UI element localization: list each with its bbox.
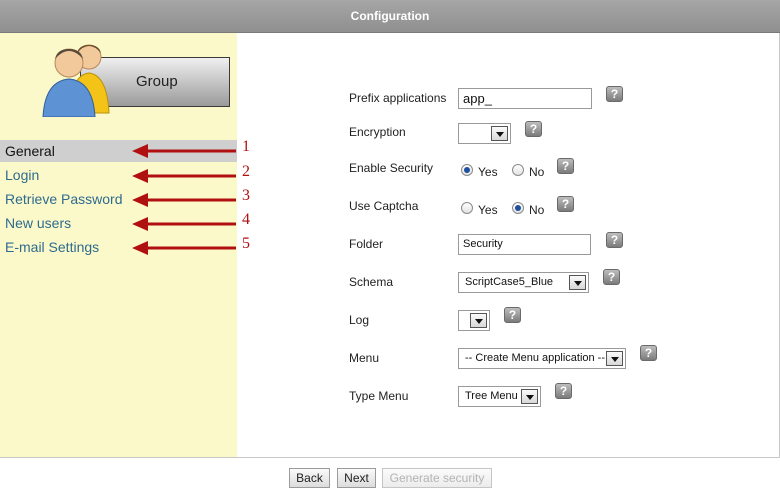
use-captcha-no-radio[interactable] [512, 202, 524, 214]
chevron-down-icon[interactable] [606, 351, 623, 366]
folder-input[interactable]: Security [458, 234, 591, 255]
window-title: Configuration [350, 9, 430, 23]
folder-label: Folder [349, 237, 384, 251]
help-icon[interactable]: ? [525, 121, 542, 137]
callout-number: 5 [242, 235, 250, 252]
encryption-select[interactable] [458, 123, 511, 144]
arrow-left-icon [132, 217, 236, 231]
log-select[interactable] [458, 310, 490, 331]
generate-security-button[interactable]: Generate security [382, 468, 492, 488]
type-menu-value: Tree Menu [465, 390, 518, 402]
sidebar-item-label: E-mail Settings [5, 239, 100, 255]
use-captcha-yes-radio[interactable] [461, 202, 473, 214]
sidebar-item-label: New users [5, 215, 72, 231]
chevron-down-icon[interactable] [491, 126, 508, 141]
callout-number: 2 [242, 163, 250, 180]
arrow-left-icon [132, 144, 236, 158]
arrow-left-icon [132, 169, 236, 183]
prefix-value: app_ [463, 91, 492, 106]
type-menu-label: Type Menu [349, 389, 409, 403]
menu-value: -- Create Menu application -- [465, 352, 606, 364]
radio-label: No [529, 165, 545, 179]
menu-select[interactable]: -- Create Menu application -- [458, 348, 626, 369]
enable-security-yes-radio[interactable] [461, 164, 473, 176]
help-icon[interactable]: ? [555, 383, 572, 399]
chevron-down-icon[interactable] [521, 389, 538, 404]
help-icon[interactable]: ? [603, 269, 620, 285]
back-button[interactable]: Back [289, 468, 330, 488]
callout-number: 1 [242, 138, 250, 155]
next-button[interactable]: Next [337, 468, 376, 488]
log-label: Log [349, 313, 370, 327]
prefix-input[interactable]: app_ [458, 88, 592, 109]
radio-label: No [529, 203, 545, 217]
radio-label: Yes [478, 165, 498, 179]
menu-label: Menu [349, 351, 380, 365]
help-icon[interactable]: ? [606, 232, 623, 248]
prefix-label: Prefix applications [349, 91, 447, 105]
title-bar: Configuration [0, 0, 780, 33]
arrow-left-icon [132, 193, 236, 207]
callout-number: 4 [242, 211, 250, 228]
arrow-left-icon [132, 241, 236, 255]
enable-security-no-radio[interactable] [512, 164, 524, 176]
callout-number: 3 [242, 187, 250, 204]
type-menu-select[interactable]: Tree Menu [458, 386, 541, 407]
schema-value: ScriptCase5_Blue [465, 276, 554, 288]
help-icon[interactable]: ? [557, 196, 574, 212]
folder-value: Security [463, 238, 503, 250]
help-icon[interactable]: ? [504, 307, 521, 323]
chevron-down-icon[interactable] [470, 313, 487, 328]
use-captcha-label: Use Captcha [349, 199, 419, 213]
schema-label: Schema [349, 275, 394, 289]
users-group-icon [42, 44, 110, 117]
chevron-down-icon[interactable] [569, 275, 586, 290]
sidebar-item-label: Login [5, 167, 40, 183]
help-icon[interactable]: ? [606, 86, 623, 102]
encryption-label: Encryption [349, 125, 406, 139]
sidebar-item-label: General [5, 143, 55, 159]
enable-security-label: Enable Security [349, 161, 434, 175]
schema-select[interactable]: ScriptCase5_Blue [458, 272, 589, 293]
help-icon[interactable]: ? [557, 158, 574, 174]
radio-label: Yes [478, 203, 498, 217]
help-icon[interactable]: ? [640, 345, 657, 361]
group-label: Group [136, 73, 178, 90]
sidebar-item-label: Retrieve Password [5, 191, 123, 207]
